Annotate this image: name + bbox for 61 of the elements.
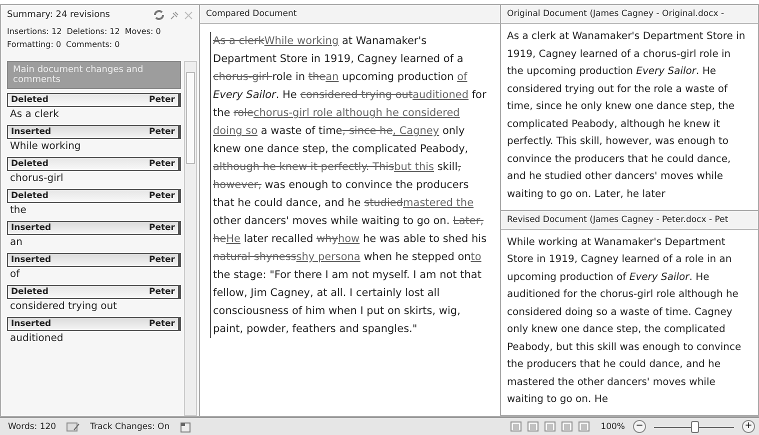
revision-author: Peter [148, 319, 175, 329]
revision-header[interactable]: Deleted Peter [7, 157, 181, 171]
summary-title: Summary: 24 revisions [7, 10, 111, 20]
compared-paragraph: As a clerkWhile working at Wanamaker's Department Store in 1919, Cagney learned of a chorus-girl role in thean upcoming production of Every Sailor. He considered trying outauditioned for the rolechorus-girl role although he considered doing so a waste of time, since he, Cagney only knew one dance step, the complicated Peabody, although he knew it perfectly. Thisbut this skill, however, was enough to convince the producers that he could dance, and he studiedmastered the other dancers' moves while waiting to go on. Later, heHe later recalled whyhow he was able to shed his natural shynessshy persona when he stepped onto the stage: "For there I am not myself. I am not that fellow, Jim Cagney, at all. I certainly lost all consciousness of him when I put on skirts, wig, paint, powder, feathers and spangles." [210, 32, 492, 338]
word-count[interactable]: Words: 120 [6, 422, 58, 432]
revision-header[interactable]: Deleted Peter [7, 285, 181, 299]
close-icon[interactable] [184, 10, 193, 20]
view-icon[interactable] [560, 421, 573, 432]
revision-text: While working [9, 140, 82, 154]
pane-title: Revised Document (James Cagney - Peter.docx - Pet [501, 210, 758, 230]
original-paragraph: As a clerk at Wanamaker's Department Store in 1919, Cagney learned of a chorus-girl role in the upcoming production Every Sailor. He considered trying out for the role a waste of time, since he only knew one dance step, the complicated Peabody, although he knew it perfectly. This skill, however, was enough to convince the producers that he could dance, and he studied other dancers' moves while waiting to go on. Later, he later [506, 30, 746, 202]
revised-paragraph: While working at Wanamaker's Department Store in 1919, Cagney learned of a role in an upcoming production of Every Sailor. He auditioned for the chorus-girl role although he considered doing so a waste of time. Cagney only knew one dance step, the complicated Peabody, but this skill was enough to convince the producers that he could dance, and he mastered the other dancers' moves while waiting to go on. He [506, 236, 742, 407]
revision-author: Peter [148, 159, 175, 169]
proofing-icon[interactable] [66, 420, 80, 432]
revision-type: Inserted [11, 255, 52, 265]
view-icon[interactable] [544, 421, 556, 432]
revision-header[interactable]: Inserted Peter [7, 317, 181, 331]
zoom-in-button[interactable]: + [742, 420, 755, 433]
revision-type: Inserted [11, 127, 52, 137]
zoom-out-button[interactable]: − [633, 420, 646, 433]
revision-author: Peter [148, 127, 175, 137]
revision-text: of [9, 268, 21, 282]
pin-icon[interactable] [170, 10, 179, 20]
revision-header[interactable]: Inserted Peter [7, 253, 181, 267]
zoom-slider-thumb[interactable] [691, 420, 699, 432]
revision-author: Peter [148, 191, 175, 201]
revision-text: chorus-girl [9, 172, 64, 186]
revision-header[interactable]: Deleted Peter [7, 189, 181, 203]
revision-author: Peter [148, 95, 175, 105]
revision-type: Deleted [11, 95, 48, 105]
refresh-icon[interactable] [153, 9, 165, 21]
revision-header[interactable]: Inserted Peter [7, 221, 181, 235]
revision-text: auditioned [9, 332, 64, 346]
revision-author: Peter [148, 287, 175, 297]
zoom-level[interactable]: 100% [600, 422, 625, 432]
pane-title: Compared Document [200, 5, 500, 24]
track-changes-status[interactable]: Track Changes: On [88, 422, 172, 432]
view-icon[interactable] [526, 421, 539, 432]
revision-count: Deletions: 12 [66, 27, 120, 36]
view-icon[interactable] [578, 421, 590, 432]
pane-title: Original Document (James Cagney - Original.docx - [501, 5, 758, 24]
revision-text: an [9, 236, 24, 250]
revision-text: the [9, 204, 28, 218]
revision-header[interactable]: Inserted Peter [7, 125, 181, 139]
revision-count: Comments: 0 [66, 40, 120, 49]
revision-type: Deleted [11, 287, 48, 297]
revision-type: Deleted [11, 159, 48, 169]
revision-text: considered trying out [9, 300, 118, 314]
revision-type: Deleted [11, 191, 48, 201]
view-icon[interactable] [510, 421, 522, 432]
revision-header[interactable]: Deleted Peter [7, 93, 181, 107]
revision-count: Insertions: 12 [7, 27, 62, 36]
revision-author: Peter [148, 255, 175, 265]
revision-count: Moves: 0 [124, 27, 161, 36]
revision-count: Formatting: 0 [7, 40, 62, 49]
zoom-slider[interactable] [654, 420, 734, 432]
revision-type: Inserted [11, 319, 52, 329]
revision-text: As a clerk [9, 108, 60, 122]
macro-icon[interactable] [180, 420, 192, 432]
revision-author: Peter [148, 223, 175, 233]
revision-type: Inserted [11, 223, 52, 233]
